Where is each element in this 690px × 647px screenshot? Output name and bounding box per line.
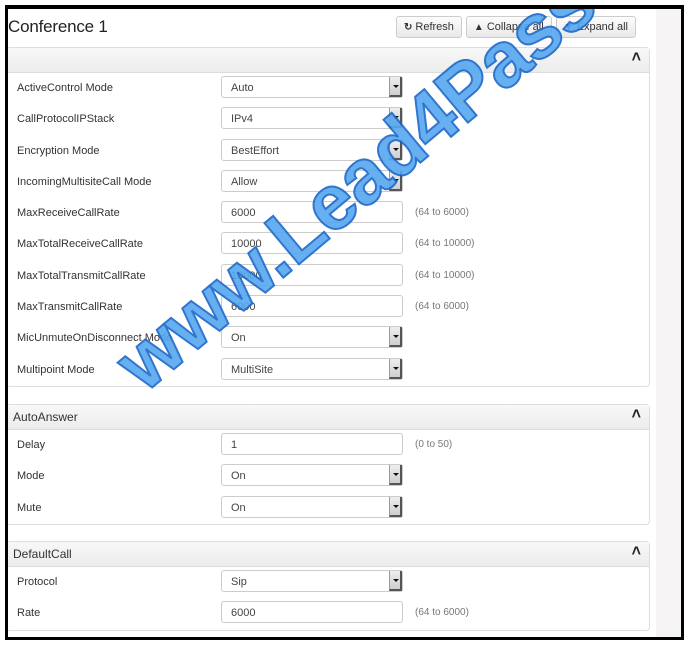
page-title: Conference 1 <box>8 17 108 36</box>
setting-label: MaxTotalReceiveCallRate <box>17 238 143 251</box>
toolbar: ↻ Refresh ▲ Collapse all ▼ Expand all <box>396 16 636 38</box>
setting-select[interactable]: Auto <box>221 76 403 98</box>
dropdown-arrow-icon[interactable] <box>389 139 402 160</box>
select-value: On <box>231 332 246 345</box>
dropdown-arrow-icon[interactable] <box>389 465 402 486</box>
setting-input[interactable]: 10000 <box>221 232 403 255</box>
setting-row: Protocol Sip <box>8 567 649 598</box>
select-value: On <box>231 470 246 483</box>
setting-input[interactable]: 1 <box>221 433 403 455</box>
select-value: Sip <box>231 576 247 588</box>
setting-label: MaxTotalTransmitCallRate <box>17 269 146 282</box>
setting-row: Multipoint Mode MultiSite <box>8 355 649 386</box>
setting-row: Mode On <box>8 461 649 492</box>
section-header[interactable]: ˄ <box>8 48 649 73</box>
input-value: 6000 <box>231 607 256 620</box>
expand-all-button[interactable]: ▼ Expand all <box>555 16 636 38</box>
setting-select[interactable]: On <box>221 495 403 518</box>
input-value: 10000 <box>231 269 262 282</box>
select-value: Allow <box>231 175 258 188</box>
chevron-up-icon[interactable]: ˄ <box>632 406 641 424</box>
chevron-down-icon: ▼ <box>563 21 574 33</box>
setting-label: Multipoint Mode <box>17 363 95 376</box>
window-frame: Conference 1 ↻ Refresh ▲ Collapse all ▼ … <box>5 5 684 640</box>
input-value: 6000 <box>231 207 256 220</box>
input-value: 6000 <box>231 301 256 314</box>
collapse-all-button[interactable]: ▲ Collapse all <box>465 16 552 38</box>
range-hint: (64 to 6000) <box>415 207 469 219</box>
select-value: MultiSite <box>231 363 274 376</box>
section-header[interactable]: DefaultCall ˄ <box>8 542 649 567</box>
select-value: BestEffort <box>231 144 280 157</box>
setting-input[interactable]: 6000 <box>221 201 403 224</box>
dropdown-arrow-icon[interactable] <box>389 170 402 191</box>
setting-label: Delay <box>17 439 46 451</box>
select-value: On <box>231 501 246 514</box>
refresh-button[interactable]: ↻ Refresh <box>396 16 462 38</box>
setting-row: IncomingMultisiteCall Mode Allow <box>8 167 649 198</box>
setting-select[interactable]: IPv4 <box>221 107 403 130</box>
range-hint: (64 to 10000) <box>415 238 475 250</box>
setting-label: Mute <box>17 501 42 514</box>
setting-row: Rate 6000 (64 to 6000) <box>8 598 649 629</box>
setting-row: ActiveControl Mode Auto <box>8 73 649 104</box>
setting-row: CallProtocolIPStack IPv4 <box>8 104 649 135</box>
setting-select[interactable]: On <box>221 326 403 349</box>
setting-row: Mute On <box>8 493 649 524</box>
expand-all-label: Expand all <box>576 21 628 33</box>
setting-row: Delay 1 (0 to 50) <box>8 430 649 461</box>
dropdown-arrow-icon[interactable] <box>389 571 402 591</box>
setting-label: Protocol <box>17 576 58 588</box>
setting-label: CallProtocolIPStack <box>17 113 115 126</box>
dropdown-arrow-icon[interactable] <box>389 358 402 379</box>
dropdown-arrow-icon[interactable] <box>389 108 402 129</box>
refresh-label: Refresh <box>415 21 454 33</box>
setting-label: MaxReceiveCallRate <box>17 207 120 220</box>
setting-label: Encryption Mode <box>17 144 100 157</box>
setting-row: MicUnmuteOnDisconnect Mode On <box>8 323 649 354</box>
refresh-icon: ↻ <box>404 21 413 33</box>
setting-label: IncomingMultisiteCall Mode <box>17 175 152 188</box>
dropdown-arrow-icon[interactable] <box>389 77 402 97</box>
setting-select[interactable]: Sip <box>221 570 403 592</box>
section-defaultcall: DefaultCall ˄ Protocol Sip Rate 6000 (64 to 60… <box>8 541 650 631</box>
setting-select[interactable]: Allow <box>221 169 403 192</box>
setting-select[interactable]: MultiSite <box>221 357 403 380</box>
chevron-up-icon[interactable]: ˄ <box>632 49 641 67</box>
input-value: 10000 <box>231 238 262 251</box>
setting-input[interactable]: 6000 <box>221 295 403 318</box>
scrollbar[interactable] <box>656 9 681 637</box>
input-value: 1 <box>231 439 238 451</box>
section-title: AutoAnswer <box>13 410 78 424</box>
setting-row: MaxTotalReceiveCallRate 10000 (64 to 10000… <box>8 229 649 260</box>
range-hint: (64 to 6000) <box>415 301 469 313</box>
setting-label: Mode <box>17 470 45 483</box>
setting-select[interactable]: BestEffort <box>221 138 403 161</box>
dropdown-arrow-icon[interactable] <box>389 327 402 348</box>
setting-input[interactable]: 6000 <box>221 601 403 624</box>
setting-label: MaxTransmitCallRate <box>17 301 123 314</box>
section-header[interactable]: AutoAnswer ˄ <box>8 405 649 430</box>
dropdown-arrow-icon[interactable] <box>389 496 402 517</box>
setting-label: Rate <box>17 607 41 620</box>
chevron-up-icon: ▲ <box>473 21 484 33</box>
setting-select[interactable]: On <box>221 464 403 487</box>
range-hint: (64 to 6000) <box>415 607 469 619</box>
section-title: DefaultCall <box>13 547 72 561</box>
setting-label: ActiveControl Mode <box>17 82 113 94</box>
setting-label: MicUnmuteOnDisconnect Mode <box>17 332 173 345</box>
setting-row: MaxTotalTransmitCallRate 10000 (64 to 1000… <box>8 261 649 292</box>
collapse-all-label: Collapse all <box>486 21 544 33</box>
setting-input[interactable]: 10000 <box>221 263 403 286</box>
chevron-up-icon[interactable]: ˄ <box>632 543 641 561</box>
section-autoanswer: AutoAnswer ˄ Delay 1 (0 to 50) Mode On Mute On <box>8 404 650 525</box>
section-conference: ˄ ActiveControl Mode Auto CallProtocolIPSta… <box>8 47 650 387</box>
range-hint: (64 to 10000) <box>415 269 475 281</box>
setting-row: MaxReceiveCallRate 6000 (64 to 6000) <box>8 198 649 229</box>
select-value: IPv4 <box>231 113 254 126</box>
setting-row: Encryption Mode BestEffort <box>8 136 649 167</box>
range-hint: (0 to 50) <box>415 439 453 450</box>
select-value: Auto <box>231 82 254 94</box>
setting-row: MaxTransmitCallRate 6000 (64 to 6000) <box>8 292 649 323</box>
